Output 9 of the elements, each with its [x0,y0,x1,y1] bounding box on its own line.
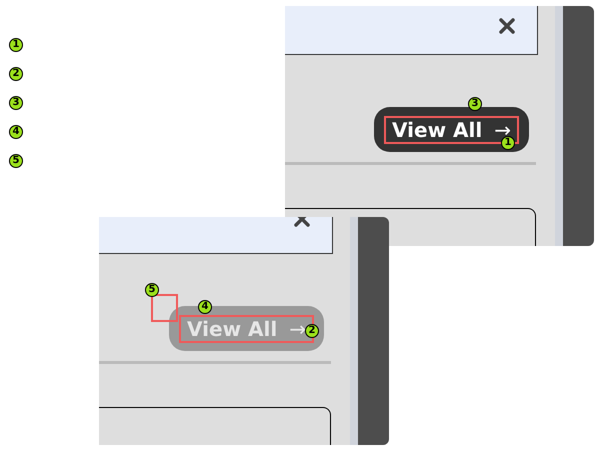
number-badge: 3 [468,97,482,111]
number-badge: 5 [9,154,23,168]
number-badge: 4 [9,125,23,139]
leader-line [151,293,179,323]
number-badge: 2 [9,67,23,81]
number-badge: 3 [9,96,23,110]
number-badge: 4 [198,300,212,314]
number-badge: 1 [9,38,23,52]
number-badge: 5 [145,283,159,297]
